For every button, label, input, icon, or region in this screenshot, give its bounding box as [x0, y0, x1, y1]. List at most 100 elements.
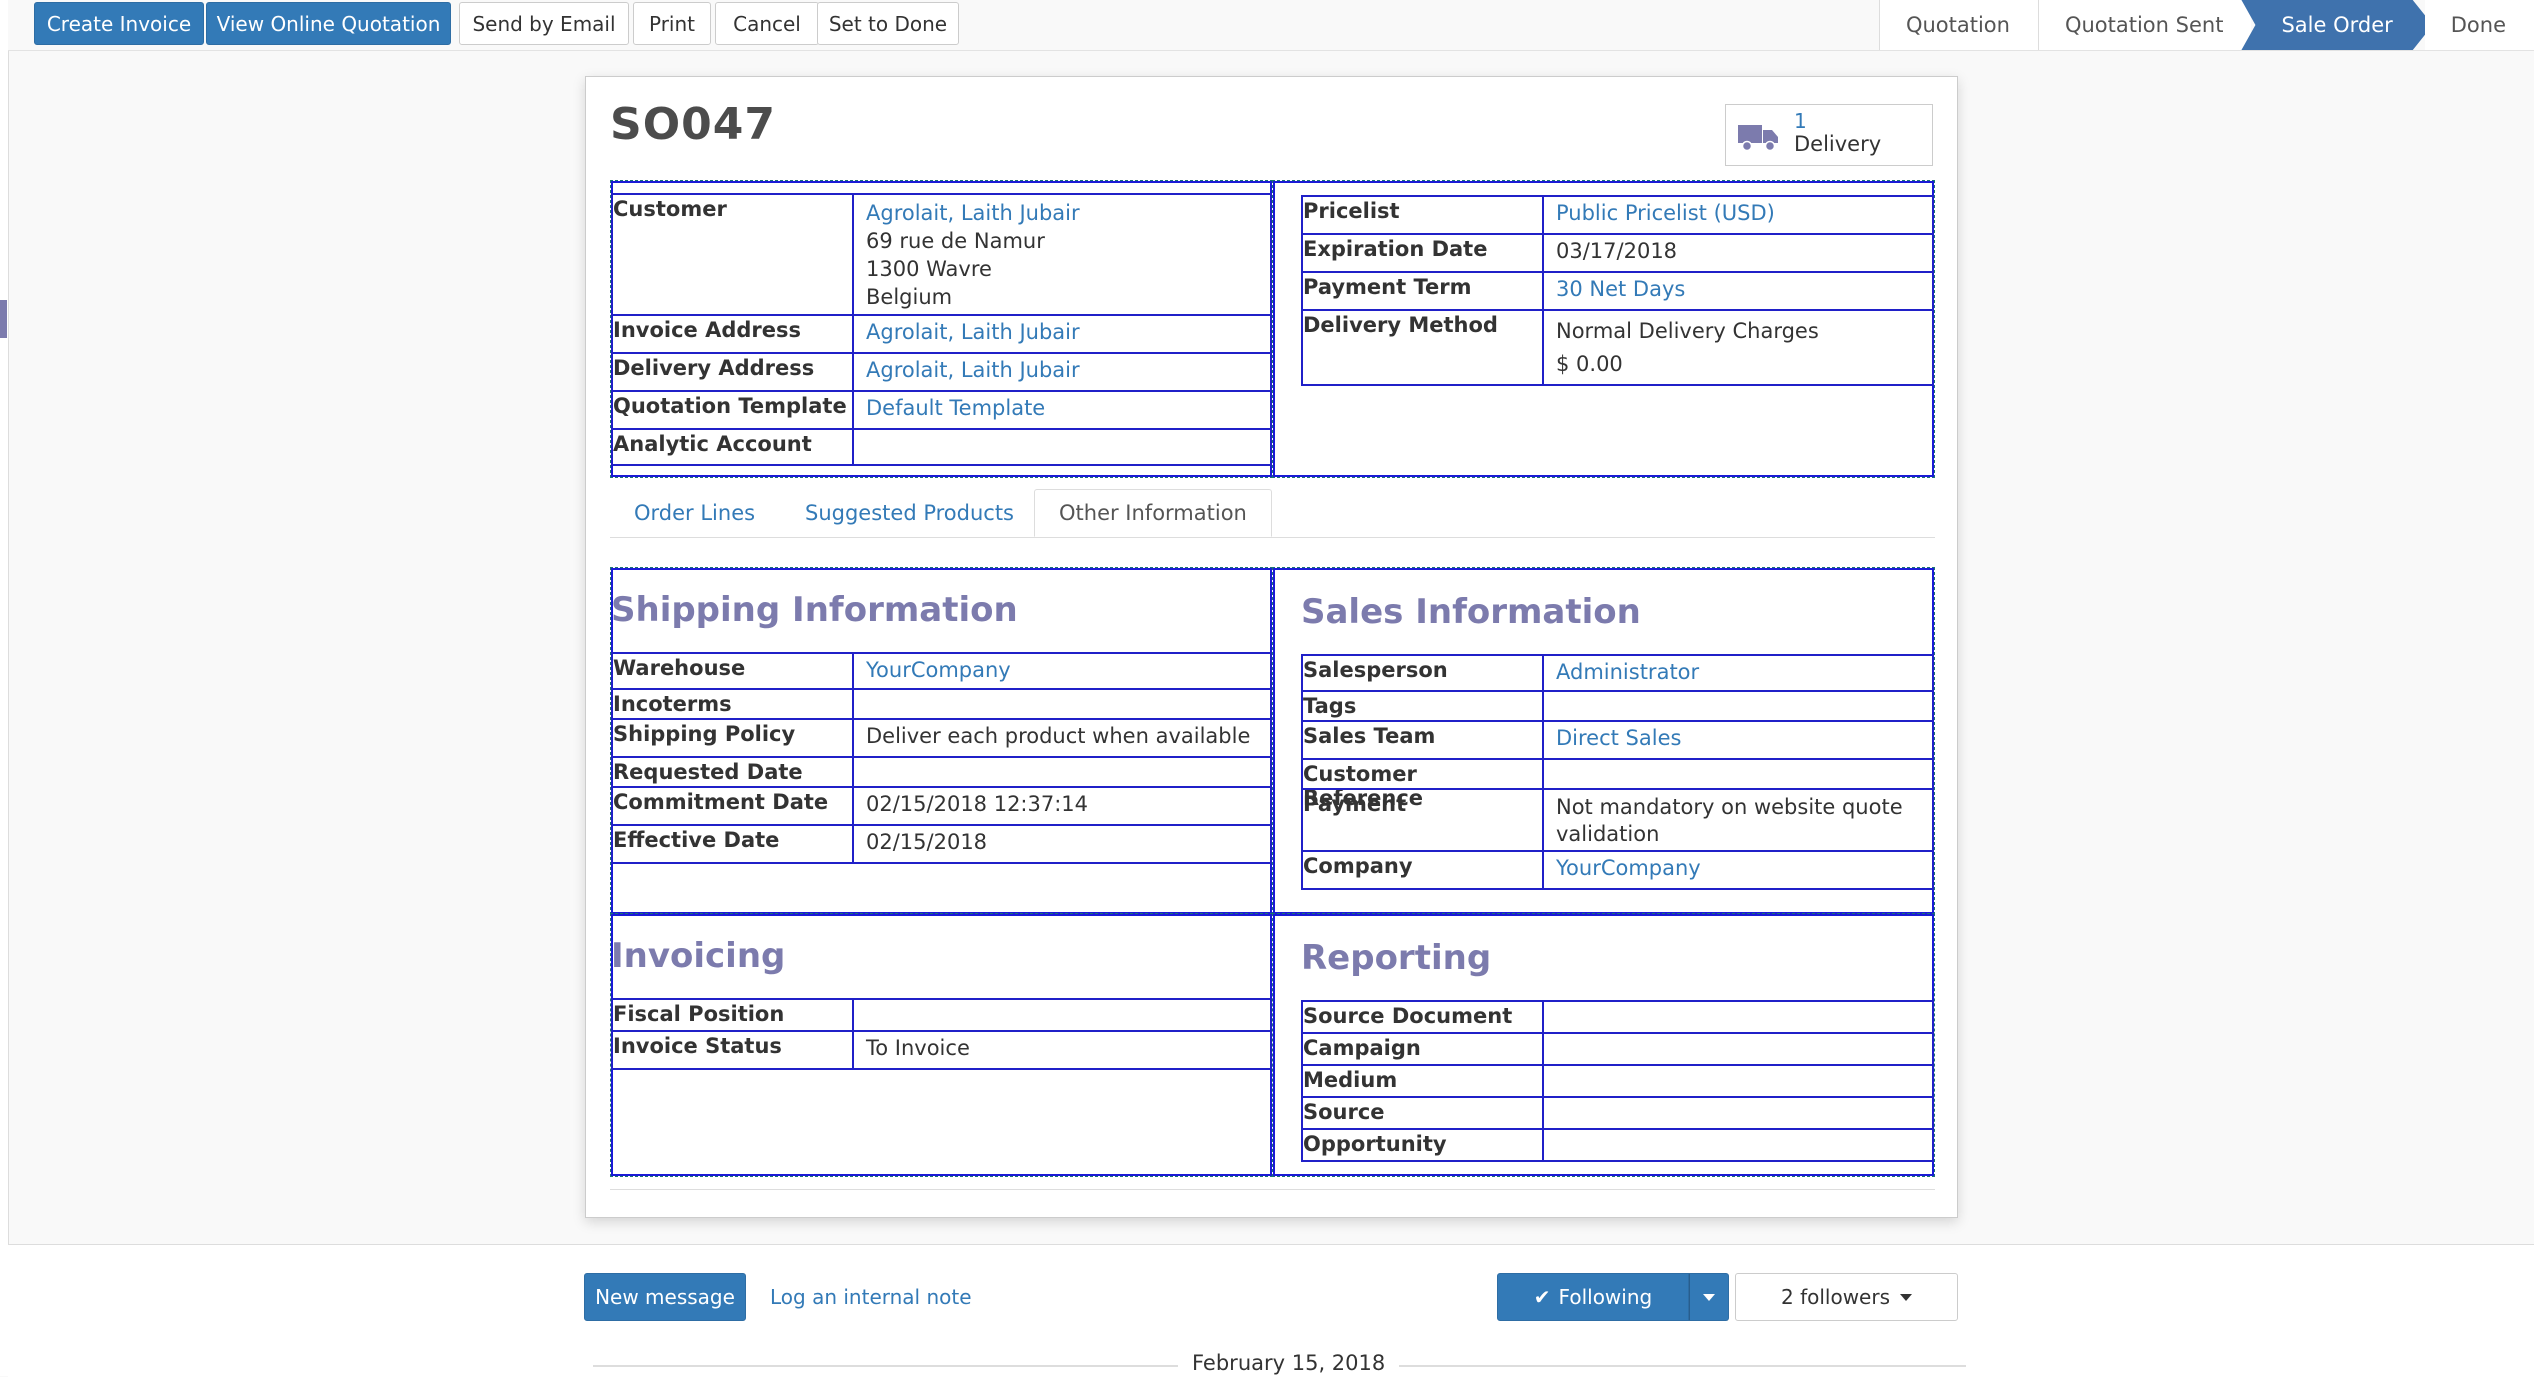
- effective-date-field[interactable]: 02/15/2018: [852, 824, 1272, 864]
- payment-term-label: Payment Term: [1301, 271, 1544, 311]
- tab-order-lines[interactable]: Order Lines: [610, 489, 779, 537]
- sales-heading: Sales Information: [1301, 592, 1641, 632]
- payment-label: Payment: [1301, 788, 1544, 852]
- source-document-label: Source Document: [1301, 1000, 1544, 1034]
- delivery-address-label: Delivery Address: [611, 352, 854, 392]
- sales-team-field[interactable]: Direct Sales: [1542, 720, 1934, 760]
- requested-date-label: Requested Date: [611, 756, 854, 788]
- customer-name[interactable]: Agrolait, Laith Jubair: [866, 201, 1080, 225]
- incoterms-field[interactable]: [852, 688, 1272, 720]
- cancel-button[interactable]: Cancel: [715, 2, 819, 45]
- notebook-tabs: Order Lines Suggested Products Other Inf…: [610, 489, 1935, 538]
- log-internal-note-link[interactable]: Log an internal note: [770, 1285, 972, 1309]
- chatter: New message Log an internal note ✔ Follo…: [8, 1244, 2534, 1377]
- customer-address-line1: 69 rue de Namur: [866, 229, 1045, 253]
- analytic-account-field[interactable]: [852, 428, 1272, 466]
- followers-caret-icon: [1900, 1293, 1912, 1301]
- stage-quotation-sent[interactable]: Quotation Sent: [2037, 0, 2252, 50]
- followers-label: 2 followers: [1780, 1285, 1890, 1309]
- left-edge-marker: [0, 300, 7, 338]
- commitment-date-field[interactable]: 02/15/2018 12:37:14: [852, 786, 1272, 826]
- customer-reference-field[interactable]: [1542, 758, 1934, 790]
- quotation-template-field[interactable]: Default Template: [852, 390, 1272, 430]
- shipping-policy-field[interactable]: Deliver each product when available: [852, 718, 1272, 758]
- truck-icon: [1738, 125, 1778, 151]
- quotation-template-label: Quotation Template: [611, 390, 854, 430]
- tab-other-information[interactable]: Other Information: [1034, 489, 1272, 537]
- invoice-status-field[interactable]: To Invoice: [852, 1030, 1272, 1070]
- warehouse-label: Warehouse: [611, 652, 854, 690]
- sales-team-label: Sales Team: [1301, 720, 1544, 760]
- pricelist-field[interactable]: Public Pricelist (USD): [1542, 195, 1934, 235]
- payment-term-field[interactable]: 30 Net Days: [1542, 271, 1934, 311]
- tab-suggested-products[interactable]: Suggested Products: [781, 489, 1038, 537]
- commitment-date-label: Commitment Date: [611, 786, 854, 826]
- following-label: Following: [1558, 1285, 1653, 1309]
- caret-down-icon: [1703, 1293, 1715, 1301]
- delivery-method-price: $ 0.00: [1556, 352, 1623, 376]
- delivery-count: 1: [1794, 109, 1807, 133]
- date-separator: February 15, 2018: [593, 1351, 1966, 1375]
- delivery-method-name: Normal Delivery Charges: [1556, 319, 1819, 343]
- sales-group: Sales Information Salesperson Administra…: [1272, 567, 1935, 915]
- send-by-email-button[interactable]: Send by Email: [459, 2, 629, 45]
- check-icon: ✔: [1533, 1285, 1551, 1309]
- invoice-address-label: Invoice Address: [611, 314, 854, 354]
- shipping-heading: Shipping Information: [611, 590, 1018, 630]
- source-field[interactable]: [1542, 1096, 1934, 1130]
- reporting-group: Reporting Source Document Campaign Mediu…: [1272, 913, 1935, 1177]
- analytic-account-label: Analytic Account: [611, 428, 854, 466]
- incoterms-label: Incoterms: [611, 688, 854, 720]
- shipping-group: Shipping Information Warehouse YourCompa…: [610, 567, 1273, 915]
- delivery-method-label: Delivery Method: [1301, 309, 1544, 386]
- company-field[interactable]: YourCompany: [1542, 850, 1934, 890]
- stage-quotation[interactable]: Quotation: [1878, 0, 2038, 50]
- salesperson-field[interactable]: Administrator: [1542, 654, 1934, 692]
- shipping-policy-label: Shipping Policy: [611, 718, 854, 758]
- customer-label: Customer: [611, 193, 854, 316]
- source-label: Source: [1301, 1096, 1544, 1130]
- view-online-quotation-button[interactable]: View Online Quotation: [206, 2, 451, 45]
- campaign-label: Campaign: [1301, 1032, 1544, 1066]
- invoice-status-label: Invoice Status: [611, 1030, 854, 1070]
- invoicing-group: Invoicing Fiscal Position Invoice Status…: [610, 913, 1273, 1177]
- source-document-field[interactable]: [1542, 1000, 1934, 1034]
- record-title: SO047: [610, 99, 776, 150]
- print-button[interactable]: Print: [633, 2, 711, 45]
- form-sheet: SO047 1 Delivery Customer Agrolait, Lait…: [585, 76, 1958, 1218]
- header-right-group: Pricelist Public Pricelist (USD) Expirat…: [1272, 180, 1935, 478]
- stage-sale-order[interactable]: Sale Order: [2241, 0, 2432, 50]
- campaign-field[interactable]: [1542, 1032, 1934, 1066]
- delivery-method-field[interactable]: Normal Delivery Charges $ 0.00: [1542, 309, 1934, 386]
- expiration-date-field[interactable]: 03/17/2018: [1542, 233, 1934, 273]
- expiration-date-label: Expiration Date: [1301, 233, 1544, 273]
- delivery-address-field[interactable]: Agrolait, Laith Jubair: [852, 352, 1272, 392]
- warehouse-field[interactable]: YourCompany: [852, 652, 1272, 690]
- followers-button[interactable]: 2 followers: [1735, 1273, 1958, 1321]
- create-invoice-button[interactable]: Create Invoice: [34, 2, 204, 45]
- invoicing-heading: Invoicing: [611, 936, 786, 976]
- medium-label: Medium: [1301, 1064, 1544, 1098]
- left-edge: [0, 0, 9, 1376]
- date-separator-label: February 15, 2018: [1178, 1351, 1400, 1375]
- opportunity-field[interactable]: [1542, 1128, 1934, 1162]
- company-label: Company: [1301, 850, 1544, 890]
- following-dropdown-toggle[interactable]: [1689, 1273, 1729, 1321]
- control-panel: Create Invoice View Online Quotation Sen…: [8, 0, 2534, 51]
- salesperson-label: Salesperson: [1301, 654, 1544, 692]
- following-button[interactable]: ✔ Following: [1497, 1273, 1689, 1321]
- delivery-smart-button[interactable]: 1 Delivery: [1725, 104, 1933, 166]
- set-to-done-button[interactable]: Set to Done: [817, 2, 959, 45]
- delivery-label: Delivery: [1794, 132, 1882, 156]
- tags-field[interactable]: [1542, 690, 1934, 722]
- customer-reference-label: Customer Reference: [1301, 758, 1544, 810]
- requested-date-field[interactable]: [852, 756, 1272, 788]
- customer-field[interactable]: Agrolait, Laith Jubair 69 rue de Namur 1…: [852, 193, 1272, 316]
- sheet-divider: [610, 1189, 1935, 1190]
- new-message-button[interactable]: New message: [584, 1273, 746, 1321]
- payment-field[interactable]: Not mandatory on website quote validatio…: [1542, 788, 1934, 852]
- medium-field[interactable]: [1542, 1064, 1934, 1098]
- invoice-address-field[interactable]: Agrolait, Laith Jubair: [852, 314, 1272, 354]
- stage-done[interactable]: Done: [2424, 0, 2534, 50]
- fiscal-position-field[interactable]: [852, 998, 1272, 1032]
